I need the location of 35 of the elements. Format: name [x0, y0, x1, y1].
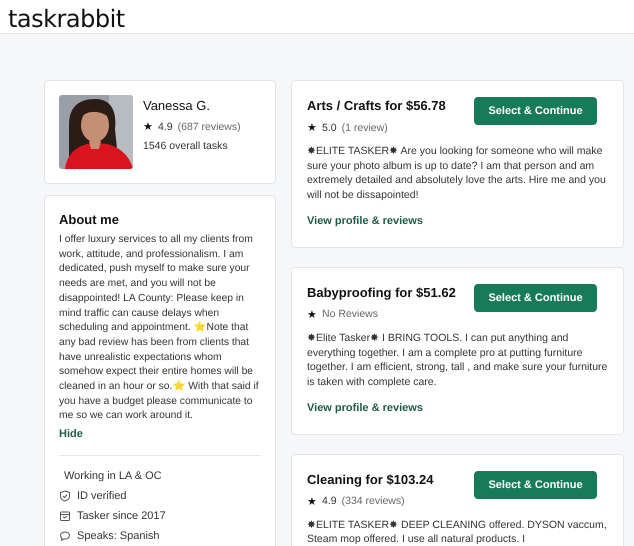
- select-continue-button[interactable]: Select & Continue: [474, 284, 597, 312]
- star-icon: ★: [307, 494, 317, 508]
- star-icon: ★: [307, 121, 317, 134]
- review-count: (687 reviews): [178, 120, 241, 132]
- rating: 4.9: [322, 495, 337, 508]
- about-text: I offer luxury services to all my clients from work, attitude, and professionalism. I am dedicated, push myself to make sure your needs are met, and you will not be disappointed! LA County: Please keep in mind traffic can cause delays when scheduling and appointment. ⭐Note that any bad review has been from clients that have unrealistic expectations whom somehow expect their entire homes will be cleaned in an hour or so.⭐ With that said if you have a budget please communicate to me so we can work around it.: [59, 233, 260, 424]
- review-count: No Reviews: [322, 308, 378, 320]
- hide-link[interactable]: Hide: [59, 428, 83, 440]
- chat-icon: [59, 530, 71, 542]
- fact-text: Tasker since 2017: [77, 510, 166, 522]
- logo[interactable]: taskrabbit: [8, 5, 125, 33]
- service-title: Cleaning for $103.24: [307, 472, 434, 487]
- section-title: About me: [59, 212, 120, 227]
- profile-link[interactable]: View profile & reviews: [307, 214, 423, 227]
- rating: 5.0: [322, 122, 337, 134]
- rating: 4.9: [158, 120, 173, 132]
- profile-link[interactable]: View profile & reviews: [307, 402, 423, 414]
- service-description: ✸ELITE TASKER✸ Are you looking for someone who will make sure your photo album is up to date? I am that person and am extremely detailed and absolutely love the arts. Hire me and you will not be dissapointed!: [307, 144, 607, 203]
- star-icon: ★: [307, 308, 317, 321]
- review-count: (334 reviews): [342, 495, 405, 508]
- calendar-icon: [59, 510, 71, 522]
- service-description: ✸Elite Tasker✸ I BRING TOOLS. I can put anything and everything together. I am a complete pro at putting furniture together. I am efficient, strong, tall , and make sure your furniture is taken with complete care.: [307, 330, 608, 390]
- shield-icon: [59, 490, 71, 502]
- service-description: ✸ELITE TASKER✸ DEEP CLEANING offered. DYSON vaccum, Steam mop offered. I use all natural products. I: [307, 518, 608, 546]
- fact-text: Working in LA & OC: [63, 470, 162, 482]
- select-continue-button[interactable]: Select & Continue: [474, 470, 597, 499]
- star-icon: ★: [143, 120, 153, 133]
- fact-text: Speaks: Spanish: [77, 530, 160, 542]
- service-title: Arts / Crafts for $56.78: [307, 98, 446, 113]
- task-count: 1546 overall tasks: [143, 140, 228, 152]
- review-count: (1 review): [342, 122, 388, 134]
- fact-text: ID verified: [77, 490, 127, 502]
- tasker-name: Vanessa G.: [143, 98, 211, 113]
- service-title: Babyproofing for $51.62: [307, 284, 456, 300]
- select-continue-button[interactable]: Select & Continue: [474, 97, 597, 125]
